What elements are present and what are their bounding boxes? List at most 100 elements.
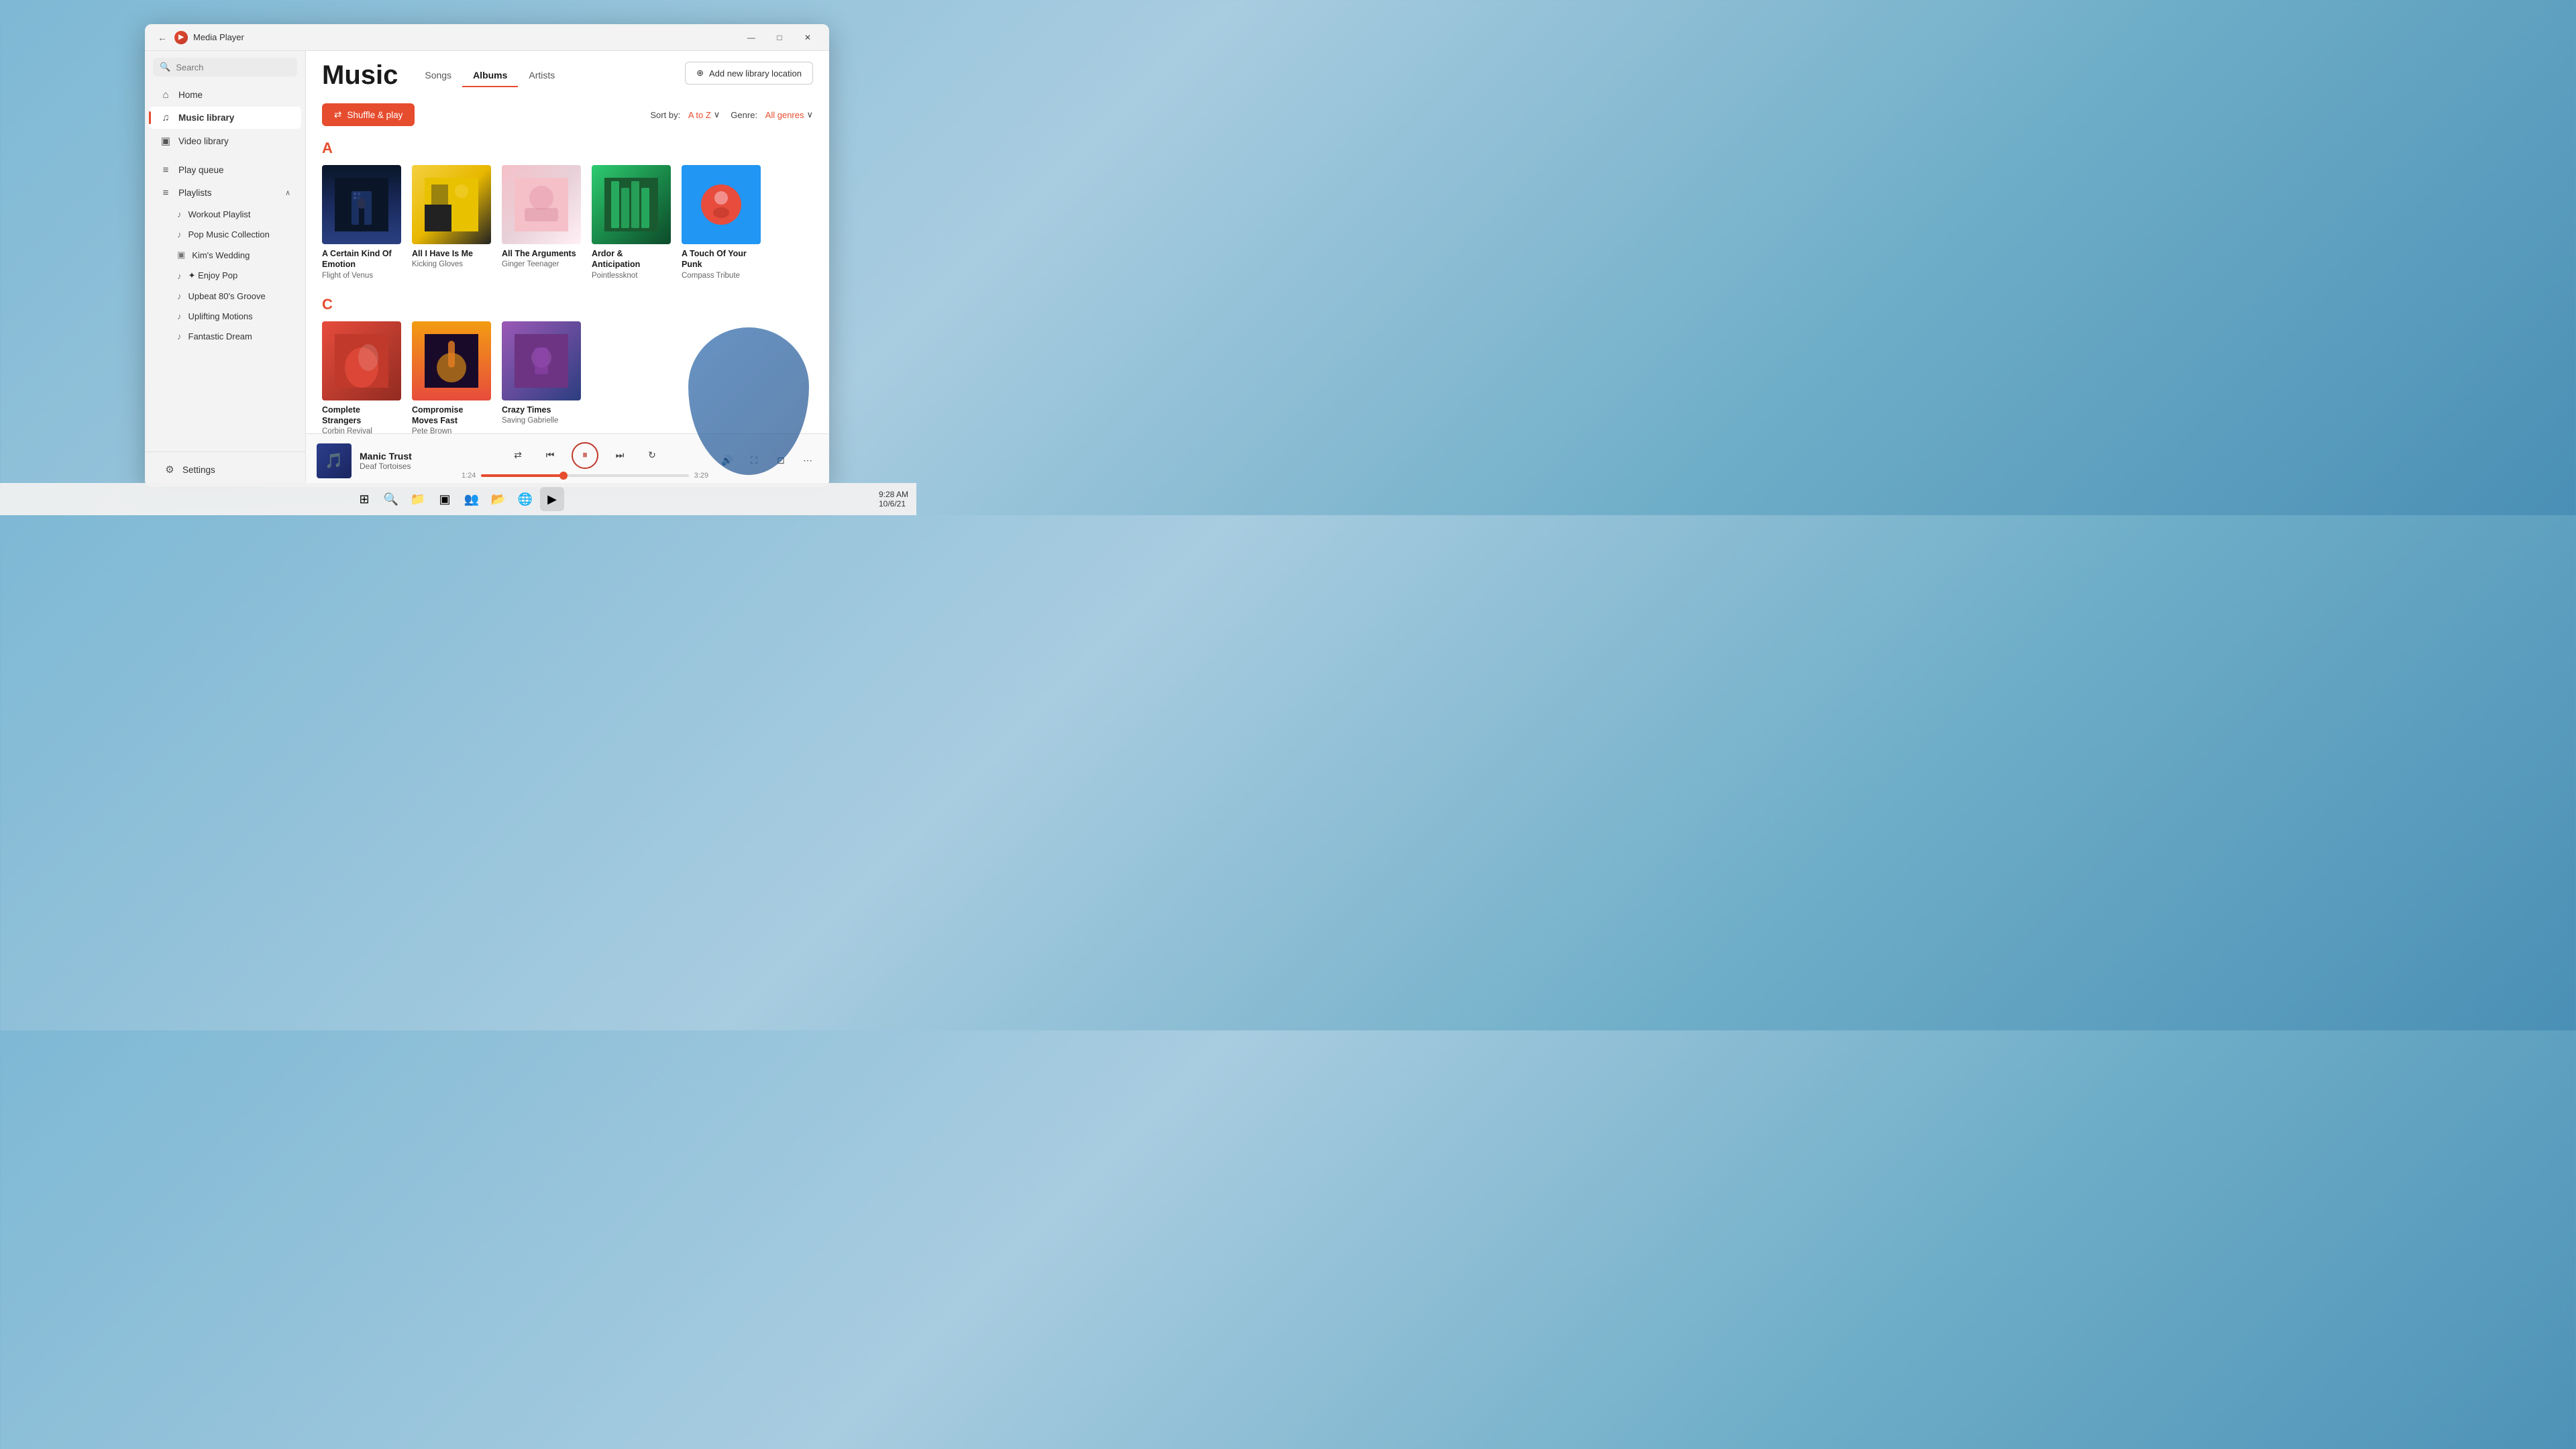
taskbar-search[interactable]: 🔍 (379, 487, 403, 511)
back-button[interactable]: ← (153, 28, 172, 47)
sidebar-bottom: ⚙ Settings (145, 451, 305, 487)
album-art-image-4 (592, 165, 671, 244)
shuffle-play-button[interactable]: ⇄ Shuffle & play (322, 103, 415, 126)
shuffle-icon: ⇄ (334, 109, 341, 120)
album-artist-all-i-have: Kicking Gloves (412, 260, 491, 268)
video-icon: ▣ (160, 135, 172, 147)
next-button[interactable]: ⏭ (609, 445, 631, 466)
sort-chevron-icon: ∨ (714, 109, 720, 120)
album-card-complete-strangers[interactable]: Complete Strangers Corbin Revival (322, 321, 401, 434)
taskbar-media[interactable]: ▶ (540, 487, 564, 511)
close-button[interactable]: ✕ (794, 28, 821, 48)
taskbar-store[interactable]: ▣ (433, 487, 457, 511)
search-input[interactable] (176, 62, 294, 72)
taskbar-center: ⊞ 🔍 📁 ▣ 👥 📂 🌐 ▶ (352, 487, 564, 511)
music-icon: ♫ (160, 112, 172, 123)
start-button[interactable]: ⊞ (352, 487, 376, 511)
shuffle-button[interactable]: ⇄ (507, 445, 529, 466)
sidebar-item-workout[interactable]: ♪ Workout Playlist (149, 205, 301, 224)
album-art-complete-strangers (322, 321, 401, 400)
sidebar-item-enjoy-pop[interactable]: ♪ ✦ Enjoy Pop (149, 266, 301, 286)
tab-albums[interactable]: Albums (462, 64, 518, 87)
maximize-button[interactable]: □ (766, 28, 793, 48)
sidebar-item-kims-wedding[interactable]: ▣ Kim's Wedding (149, 245, 301, 265)
album-art-a-certain (322, 165, 401, 244)
genre-filter[interactable]: Genre: All genres ∨ (731, 109, 813, 120)
album-art-ardor (592, 165, 671, 244)
progress-bar-area: 1:24 3:29 (462, 472, 708, 480)
sidebar-item-home[interactable]: ⌂ Home (149, 84, 301, 106)
album-art-compromise (412, 321, 491, 400)
progress-track[interactable] (481, 474, 688, 477)
repeat-button[interactable]: ↻ (641, 445, 663, 466)
home-icon: ⌂ (160, 89, 172, 101)
minimize-button[interactable]: — (738, 28, 765, 48)
sidebar-item-upbeat[interactable]: ♪ Upbeat 80's Groove (149, 286, 301, 306)
section-a-letter: A (322, 140, 813, 157)
album-card-all-arguments[interactable]: All The Arguments Ginger Teenager (502, 165, 581, 280)
album-name-all-i-have: All I Have Is Me (412, 248, 491, 259)
album-art-crazy-times (502, 321, 581, 400)
album-artist-complete-strangers: Corbin Revival (322, 427, 401, 433)
album-name-complete-strangers: Complete Strangers (322, 405, 401, 427)
titlebar: ← ▶ Media Player — □ ✕ (145, 24, 829, 51)
add-library-icon: ⊕ (696, 68, 704, 78)
album-card-ardor[interactable]: Ardor & Anticipation Pointlessknot (592, 165, 671, 280)
sidebar-item-music-library[interactable]: ♫ Music library (149, 107, 301, 129)
album-card-a-certain[interactable]: A Certain Kind Of Emotion Flight of Venu… (322, 165, 401, 280)
now-playing-artist: Deaf Tortoises (360, 462, 453, 471)
sidebar-item-fantastic[interactable]: ♪ Fantastic Dream (149, 327, 301, 346)
sidebar-item-enjoy-label: ✦ Enjoy Pop (189, 270, 238, 281)
sidebar-item-pop-music[interactable]: ♪ Pop Music Collection (149, 225, 301, 244)
tab-songs[interactable]: Songs (414, 64, 462, 87)
back-icon: ← (158, 32, 167, 43)
queue-icon: ≡ (160, 164, 172, 176)
playback-controls: ⇄ ⏮ ⏸ ⏭ ↻ (507, 442, 663, 469)
now-playing-title: Manic Trust (360, 451, 453, 462)
app-logo: ▶ (174, 31, 188, 44)
now-playing-info: Manic Trust Deaf Tortoises (360, 451, 453, 471)
album-artist-crazy-times: Saving Gabrielle (502, 417, 581, 425)
album-name-compromise: Compromise Moves Fast (412, 405, 491, 427)
current-time: 1:24 (462, 472, 476, 480)
taskbar-teams[interactable]: 👥 (460, 487, 484, 511)
sidebar-item-fantastic-label: Fantastic Dream (189, 331, 252, 341)
more-options-button[interactable]: ⋯ (797, 450, 818, 472)
playlists-header-left: ≡ Playlists (160, 187, 212, 199)
album-name-touch-punk: A Touch Of Your Punk (682, 248, 761, 270)
playlists-section-header[interactable]: ≡ Playlists ∧ (149, 182, 301, 204)
genre-label: Genre: (731, 110, 757, 120)
taskbar-edge[interactable]: 🌐 (513, 487, 537, 511)
album-art-image (322, 165, 401, 244)
content-actions: ⇄ Shuffle & play Sort by: A to Z ∨ Genre… (322, 97, 813, 134)
tab-artists[interactable]: Artists (518, 64, 566, 87)
previous-button[interactable]: ⏮ (539, 445, 561, 466)
album-card-crazy-times[interactable]: Crazy Times Saving Gabrielle (502, 321, 581, 434)
sidebar-item-uplifting[interactable]: ♪ Uplifting Motions (149, 307, 301, 326)
album-card-touch-punk[interactable]: A Touch Of Your Punk Compass Tribute (682, 165, 761, 280)
sort-by-filter[interactable]: Sort by: A to Z ∨ (650, 109, 720, 120)
album-card-compromise[interactable]: Compromise Moves Fast Pete Brown (412, 321, 491, 434)
add-library-button[interactable]: ⊕ Add new library location (685, 62, 813, 85)
album-art-image-6 (322, 321, 401, 400)
sidebar-item-settings[interactable]: ⚙ Settings (153, 458, 297, 481)
taskbar-explorer[interactable]: 📁 (406, 487, 430, 511)
playlist-music-icon: ♪ (177, 209, 182, 219)
album-card-all-i-have[interactable]: All I Have Is Me Kicking Gloves (412, 165, 491, 280)
taskbar-files[interactable]: 📂 (486, 487, 511, 511)
play-pause-button[interactable]: ⏸ (572, 442, 598, 469)
content-tabs: Songs Albums Artists (414, 64, 566, 87)
album-art-all-arguments (502, 165, 581, 244)
sidebar-item-play-queue[interactable]: ≡ Play queue (149, 159, 301, 181)
albums-row-a: A Certain Kind Of Emotion Flight of Venu… (322, 165, 813, 280)
content-title-area: Music Songs Albums Artists (322, 62, 566, 89)
album-artist-ardor: Pointlessknot (592, 272, 671, 280)
playlists-label: Playlists (178, 188, 212, 198)
chevron-up-icon: ∧ (285, 189, 290, 197)
now-playing-art: 🎵 (317, 443, 352, 478)
sidebar-item-video-library[interactable]: ▣ Video library (149, 129, 301, 152)
progress-thumb (559, 472, 568, 480)
sidebar-item-kims-label: Kim's Wedding (192, 250, 250, 260)
sidebar-nav: ⌂ Home ♫ Music library ▣ Video library ≡ (145, 83, 305, 451)
search-bar[interactable]: 🔍 (153, 58, 297, 76)
